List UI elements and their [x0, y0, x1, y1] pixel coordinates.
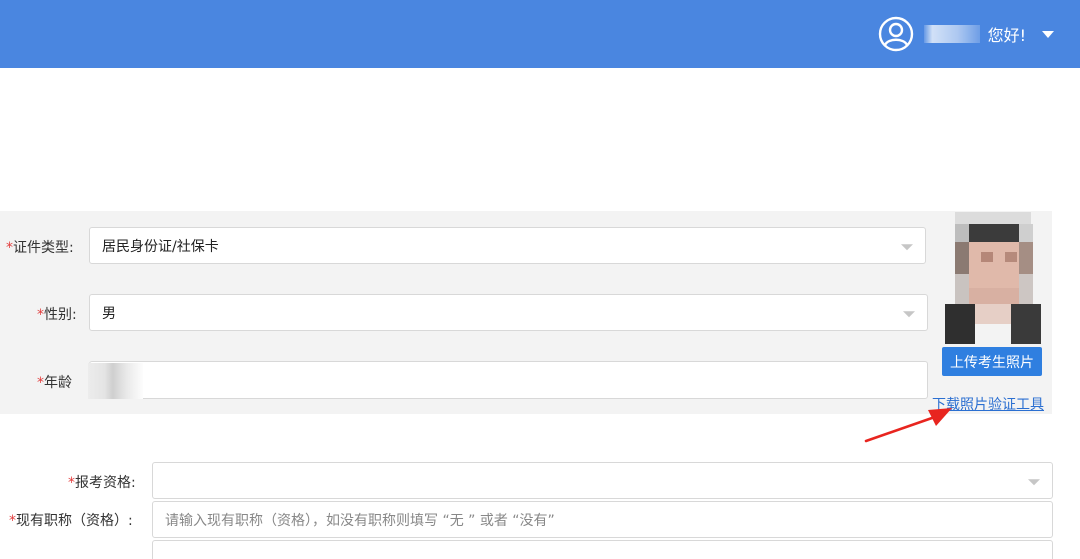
id-type-value: 居民身份证/社保卡	[102, 238, 219, 255]
current-title-label-text: 现有职称（资格）:	[16, 513, 133, 529]
user-menu[interactable]: 您好!	[878, 14, 1054, 54]
required-mark: *	[37, 375, 44, 391]
current-title-label: *现有职称（资格）:	[9, 510, 133, 530]
id-type-label: *证件类型:	[6, 237, 74, 257]
age-value-blurred	[88, 363, 143, 399]
gender-value: 男	[102, 305, 116, 322]
dropdown-arrow-icon	[903, 310, 915, 317]
gender-label-text: 性别:	[44, 307, 77, 323]
id-type-select[interactable]: 居民身份证/社保卡	[89, 227, 926, 264]
gender-label: *性别:	[37, 304, 77, 324]
qualification-label: *报考资格:	[68, 472, 136, 492]
dropdown-arrow-icon	[1028, 478, 1040, 485]
id-type-label-text: 证件类型:	[13, 240, 74, 256]
age-label-text: 年龄	[44, 375, 72, 391]
user-circle-icon[interactable]	[878, 16, 914, 52]
current-title-input[interactable]: 请输入现有职称（资格），如没有职称则填写 “无 ” 或者 “没有”	[152, 501, 1053, 538]
qualification-select[interactable]	[152, 462, 1053, 499]
age-input[interactable]	[89, 361, 928, 399]
top-navigation-bar: 您好!	[0, 0, 1080, 68]
age-label: *年龄	[37, 372, 72, 392]
gender-select[interactable]: 男	[89, 294, 928, 331]
required-mark: *	[6, 240, 13, 256]
candidate-photo	[945, 212, 1041, 344]
qualification-label-text: 报考资格:	[75, 475, 136, 491]
required-mark: *	[37, 307, 44, 323]
annotation-arrow-icon	[864, 408, 952, 443]
caret-down-icon[interactable]	[1042, 30, 1054, 38]
required-mark: *	[68, 475, 75, 491]
greeting-text: 您好!	[987, 26, 1026, 45]
next-field-input[interactable]	[152, 540, 1053, 559]
dropdown-arrow-icon	[901, 243, 913, 250]
username-blurred	[923, 25, 980, 43]
upload-photo-button[interactable]: 上传考生照片	[942, 347, 1042, 376]
required-mark: *	[9, 513, 16, 529]
current-title-placeholder: 请输入现有职称（资格），如没有职称则填写 “无 ” 或者 “没有”	[165, 512, 555, 529]
